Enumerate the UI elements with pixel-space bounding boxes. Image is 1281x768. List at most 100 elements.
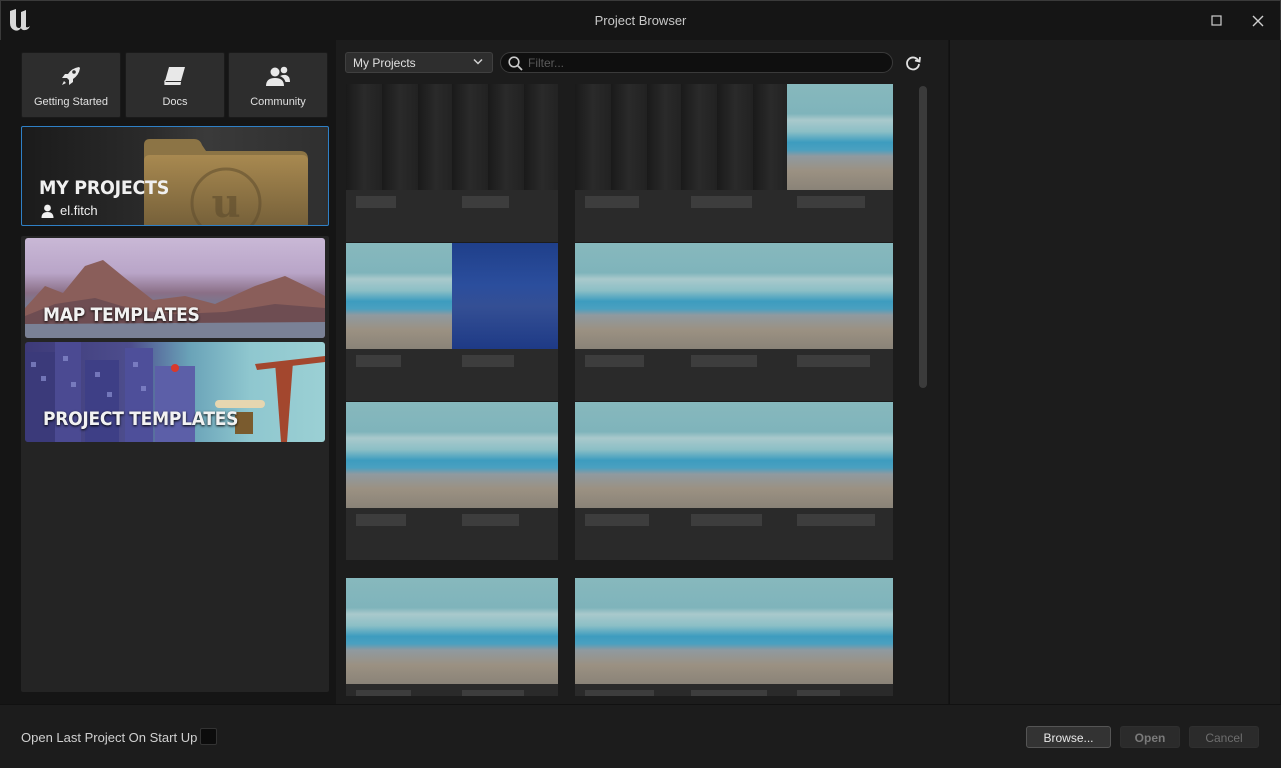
- project-caption: [575, 684, 681, 696]
- project-thumbnail: [681, 243, 787, 349]
- getting-started-button[interactable]: Getting Started: [21, 52, 121, 118]
- project-caption: [681, 349, 787, 401]
- project-templates-label: PROJECT TEMPLATES: [43, 408, 239, 430]
- map-templates-tile[interactable]: MAP TEMPLATES: [25, 238, 325, 338]
- docs-button[interactable]: Docs: [125, 52, 225, 118]
- project-card[interactable]: [575, 578, 681, 696]
- open-last-project-checkbox[interactable]: [200, 728, 217, 745]
- people-icon: [265, 64, 291, 88]
- project-caption: [452, 684, 558, 696]
- blurred-project-name: [585, 690, 654, 696]
- filter-input[interactable]: [528, 54, 878, 71]
- blurred-project-name: [356, 514, 406, 526]
- project-card[interactable]: [681, 84, 787, 242]
- project-card[interactable]: [681, 578, 787, 696]
- user-icon: [41, 204, 54, 218]
- blurred-project-name: [462, 355, 514, 367]
- project-caption: [787, 508, 893, 560]
- project-card[interactable]: [681, 243, 787, 401]
- project-card[interactable]: [452, 243, 558, 401]
- blurred-project-name: [797, 514, 875, 526]
- project-templates-tile[interactable]: PROJECT TEMPLATES: [25, 342, 325, 442]
- blurred-project-name: [462, 514, 519, 526]
- project-thumbnail: [787, 84, 893, 190]
- project-thumbnail: [681, 578, 787, 684]
- blurred-project-name: [797, 196, 865, 208]
- project-caption: [787, 349, 893, 401]
- blurred-project-name: [585, 355, 644, 367]
- project-card[interactable]: [787, 402, 893, 560]
- footer-bar: Open Last Project On Start Up Browse... …: [0, 704, 1281, 768]
- project-card[interactable]: [575, 402, 681, 560]
- browse-button[interactable]: Browse...: [1026, 726, 1111, 748]
- blurred-project-name: [691, 355, 757, 367]
- svg-text:u: u: [211, 180, 240, 226]
- blurred-project-name: [462, 690, 524, 696]
- cancel-button[interactable]: Cancel: [1189, 726, 1259, 748]
- project-caption: [575, 349, 681, 401]
- project-thumbnail: [575, 243, 681, 349]
- project-card[interactable]: [346, 84, 452, 242]
- community-button[interactable]: Community: [228, 52, 328, 118]
- blurred-project-name: [462, 196, 509, 208]
- project-thumbnail: [681, 402, 787, 508]
- project-card[interactable]: [575, 84, 681, 242]
- project-thumbnail: [346, 402, 452, 508]
- project-caption: [681, 190, 787, 242]
- project-caption: [787, 190, 893, 242]
- username: el.fitch: [60, 203, 98, 218]
- blurred-project-name: [356, 690, 411, 696]
- project-thumbnail: [575, 402, 681, 508]
- project-card[interactable]: [787, 578, 893, 696]
- refresh-button[interactable]: [902, 52, 924, 74]
- close-icon: [1252, 15, 1264, 27]
- project-caption: [346, 684, 452, 696]
- blurred-project-name: [585, 196, 639, 208]
- filter-search-box[interactable]: [500, 52, 893, 73]
- project-caption: [681, 684, 787, 696]
- project-thumbnail: [346, 578, 452, 684]
- project-caption: [575, 190, 681, 242]
- project-caption: [452, 508, 558, 560]
- maximize-button[interactable]: [1203, 7, 1231, 35]
- project-card[interactable]: [452, 402, 558, 560]
- docs-label: Docs: [162, 96, 188, 108]
- project-caption: [452, 349, 558, 401]
- project-thumbnail: [787, 402, 893, 508]
- search-icon: [508, 56, 523, 71]
- title-bar: Project Browser: [0, 0, 1281, 40]
- project-thumbnail: [452, 578, 558, 684]
- project-card[interactable]: [787, 243, 893, 401]
- blurred-project-name: [691, 514, 762, 526]
- project-card[interactable]: [346, 243, 452, 401]
- project-card[interactable]: [681, 402, 787, 560]
- grid-scrollbar[interactable]: [919, 86, 927, 388]
- user-row: el.fitch: [41, 203, 98, 218]
- project-thumbnail: [681, 84, 787, 190]
- close-button[interactable]: [1244, 7, 1272, 35]
- blurred-project-name: [797, 690, 840, 696]
- my-projects-tile[interactable]: u MY PROJECTS el.fitch: [21, 126, 329, 226]
- project-card[interactable]: [452, 578, 558, 696]
- maximize-icon: [1211, 15, 1222, 26]
- project-caption: [346, 349, 452, 401]
- refresh-icon: [906, 56, 921, 71]
- project-card[interactable]: [346, 578, 452, 696]
- open-button[interactable]: Open: [1120, 726, 1180, 748]
- project-caption: [787, 684, 893, 696]
- blurred-project-name: [691, 690, 767, 696]
- project-thumbnail: [575, 578, 681, 684]
- project-card[interactable]: [346, 402, 452, 560]
- project-thumbnail: [346, 243, 452, 349]
- project-source-dropdown[interactable]: My Projects: [345, 52, 493, 73]
- project-details-panel: [949, 40, 1280, 704]
- project-thumbnail: [787, 243, 893, 349]
- rocket-icon: [58, 64, 84, 88]
- project-caption: [681, 508, 787, 560]
- project-card[interactable]: [452, 84, 558, 242]
- project-card[interactable]: [787, 84, 893, 242]
- project-card[interactable]: [575, 243, 681, 401]
- left-sidebar: Getting Started Docs Community u MY PROJ…: [20, 52, 330, 692]
- project-thumbnail: [346, 84, 452, 190]
- project-caption: [346, 508, 452, 560]
